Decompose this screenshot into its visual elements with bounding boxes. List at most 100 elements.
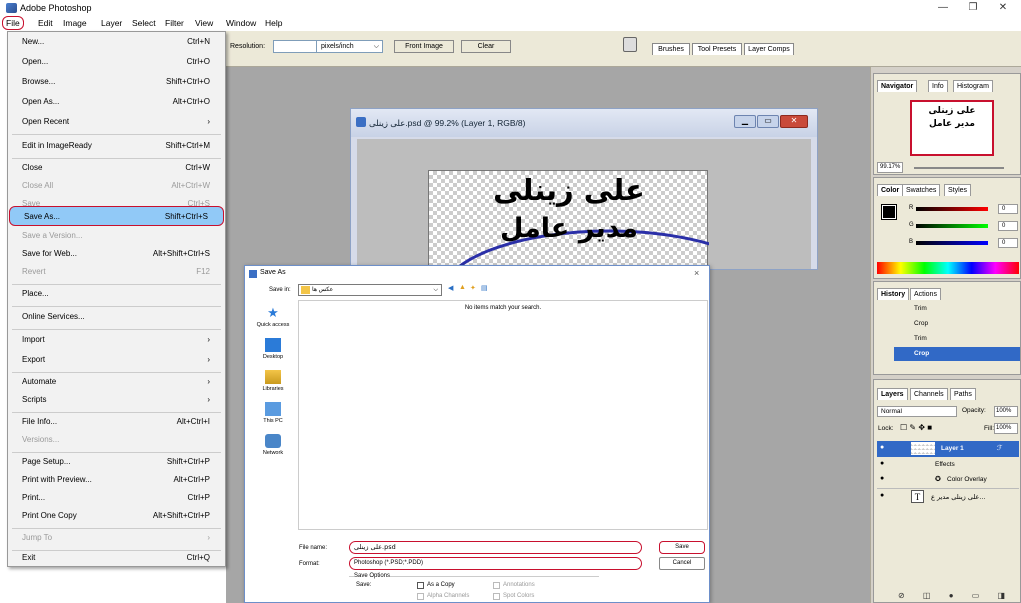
menu-edit[interactable]: Edit [38,18,53,28]
opacity-field[interactable]: 100% [994,406,1018,417]
eye-icon[interactable]: ● [880,460,884,467]
sidebar-desktop[interactable]: Desktop [253,338,293,360]
history-item[interactable]: Crop [894,317,1020,331]
lock-icons[interactable]: ☐ ✎ ✥ ■ [900,423,932,432]
up-folder-icon[interactable]: ▲ [459,284,466,291]
sidebar-libraries[interactable]: Libraries [253,370,293,392]
menu-item-print[interactable]: Print... Ctrl+P [8,488,225,508]
menu-window[interactable]: Window [226,18,256,28]
zoom-slider[interactable] [914,167,1004,169]
menu-select[interactable]: Select [132,18,156,28]
menu-item-browse[interactable]: Browse... Shift+Ctrl+O [8,72,225,92]
layer-row-layer1[interactable]: ● Layer 1 ℱ [877,441,1019,457]
layer-actions-icons[interactable]: ⊘ ◫ ● ▭ ◨ [898,591,1013,600]
doc-minimize-button[interactable]: ▁ [734,115,756,128]
color-ramp[interactable] [877,262,1019,274]
menu-file[interactable]: File [2,16,24,30]
minimize-button[interactable]: — [928,0,958,16]
menu-item-print-with-preview[interactable]: Print with Preview... Alt+Ctrl+P [8,470,225,490]
menu-item-exit[interactable]: Exit Ctrl+Q [8,548,225,568]
menu-image[interactable]: Image [63,18,87,28]
eye-icon[interactable]: ● [880,444,884,451]
save-in-select[interactable]: عکس ها ⌵ [298,284,442,296]
cancel-button[interactable]: Cancel [659,557,705,570]
layer-row-text[interactable]: ● T علی زینلی مدیر ع... [877,488,1019,504]
foreground-color-swatch[interactable] [881,204,897,220]
new-folder-icon[interactable]: ✦ [470,284,476,292]
tab-styles[interactable]: Styles [944,184,972,196]
menu-item-export[interactable]: Export › [8,350,225,370]
menu-item-page-setup[interactable]: Page Setup... Shift+Ctrl+P [8,452,225,472]
unit-select[interactable]: pixels/inch ⌵ [316,40,383,53]
back-icon[interactable]: ◀ [448,284,453,292]
tab-actions[interactable]: Actions [910,288,941,300]
alpha-channels-checkbox[interactable] [417,593,424,600]
menu-item-save-as[interactable]: Save As... Shift+Ctrl+S [9,206,224,226]
annotations-checkbox[interactable] [493,582,500,589]
layer-effects-row[interactable]: ● Effects [877,458,1019,472]
r-slider[interactable] [916,207,988,211]
doc-close-button[interactable]: ✕ [780,115,808,128]
eye-icon[interactable]: ● [880,492,884,499]
history-item-selected[interactable]: Crop [894,347,1020,361]
restore-button[interactable]: ❐ [958,0,988,16]
menu-item-print-one-copy[interactable]: Print One Copy Alt+Shift+Ctrl+P [8,506,225,526]
spot-colors-checkbox[interactable] [493,593,500,600]
menu-layer[interactable]: Layer [101,18,122,28]
navigator-thumbnail[interactable]: علی زینلی مدیر عامل [910,100,994,156]
file-list[interactable]: No items match your search. [298,300,708,530]
menu-item-versions[interactable]: Versions... [8,430,225,450]
as-copy-checkbox[interactable] [417,582,424,589]
history-item[interactable]: Trim [894,332,1020,346]
b-value[interactable]: 0 [998,238,1018,248]
menu-item-edit-in-imageready[interactable]: Edit in ImageReady Shift+Ctrl+M [8,136,225,156]
menu-item-place[interactable]: Place... [8,284,225,304]
tab-channels[interactable]: Channels [910,388,948,400]
b-slider[interactable] [916,241,988,245]
menu-item-import[interactable]: Import › [8,330,225,350]
menu-filter[interactable]: Filter [165,18,184,28]
g-value[interactable]: 0 [998,221,1018,231]
menu-item-scripts[interactable]: Scripts › [8,390,225,410]
menu-item-close-all[interactable]: Close All Alt+Ctrl+W [8,176,225,196]
dialog-close-icon[interactable]: × [694,268,699,278]
menu-item-online-services[interactable]: Online Services... [8,307,225,327]
menu-item-open[interactable]: Open... Ctrl+O [8,52,225,72]
sidebar-this-pc[interactable]: This PC [253,402,293,424]
menu-item-save-a-version[interactable]: Save a Version... [8,226,225,246]
menu-item-revert[interactable]: Revert F12 [8,262,225,282]
menu-item-jump-to[interactable]: Jump To › [8,528,225,548]
sidebar-quick-access[interactable]: ★ Quick access [253,306,293,329]
zoom-field[interactable]: 99.17% [877,162,903,173]
filename-input[interactable]: علی زینلی.psd [349,541,642,554]
menu-item-close[interactable]: Close Ctrl+W [8,158,225,178]
blend-mode-select[interactable]: Normal [877,406,957,417]
menu-item-file-info[interactable]: File Info... Alt+Ctrl+I [8,412,225,432]
tab-swatches[interactable]: Swatches [902,184,941,196]
tab-tool-presets[interactable]: Tool Presets [692,43,742,55]
tab-layers[interactable]: Layers [877,388,908,400]
format-select[interactable]: Photoshop (*.PSD;*.PDD) [349,557,642,570]
tab-brushes[interactable]: Brushes [652,43,690,55]
front-image-button[interactable]: Front Image [394,40,454,53]
menu-item-save-for-web[interactable]: Save for Web... Alt+Shift+Ctrl+S [8,244,225,264]
tab-paths[interactable]: Paths [950,388,976,400]
clear-button[interactable]: Clear [461,40,511,53]
history-item[interactable]: Trim [894,302,1020,316]
close-button[interactable]: ✕ [988,0,1018,16]
r-value[interactable]: 0 [998,204,1018,214]
view-menu-icon[interactable]: ▤ [481,284,488,292]
tab-navigator[interactable]: Navigator [877,80,918,92]
menu-item-open-recent[interactable]: Open Recent › [8,112,225,132]
tab-history[interactable]: History [877,288,910,300]
sidebar-network[interactable]: Network [253,434,293,456]
menu-item-automate[interactable]: Automate › [8,372,225,392]
fill-field[interactable]: 100% [994,423,1018,434]
tab-layer-comps[interactable]: Layer Comps [744,43,794,55]
save-button[interactable]: Save [659,541,705,554]
tab-histogram[interactable]: Histogram [953,80,993,92]
eye-icon[interactable]: ● [880,475,884,482]
tab-info[interactable]: Info [928,80,948,92]
tab-color[interactable]: Color [877,184,904,196]
g-slider[interactable] [916,224,988,228]
